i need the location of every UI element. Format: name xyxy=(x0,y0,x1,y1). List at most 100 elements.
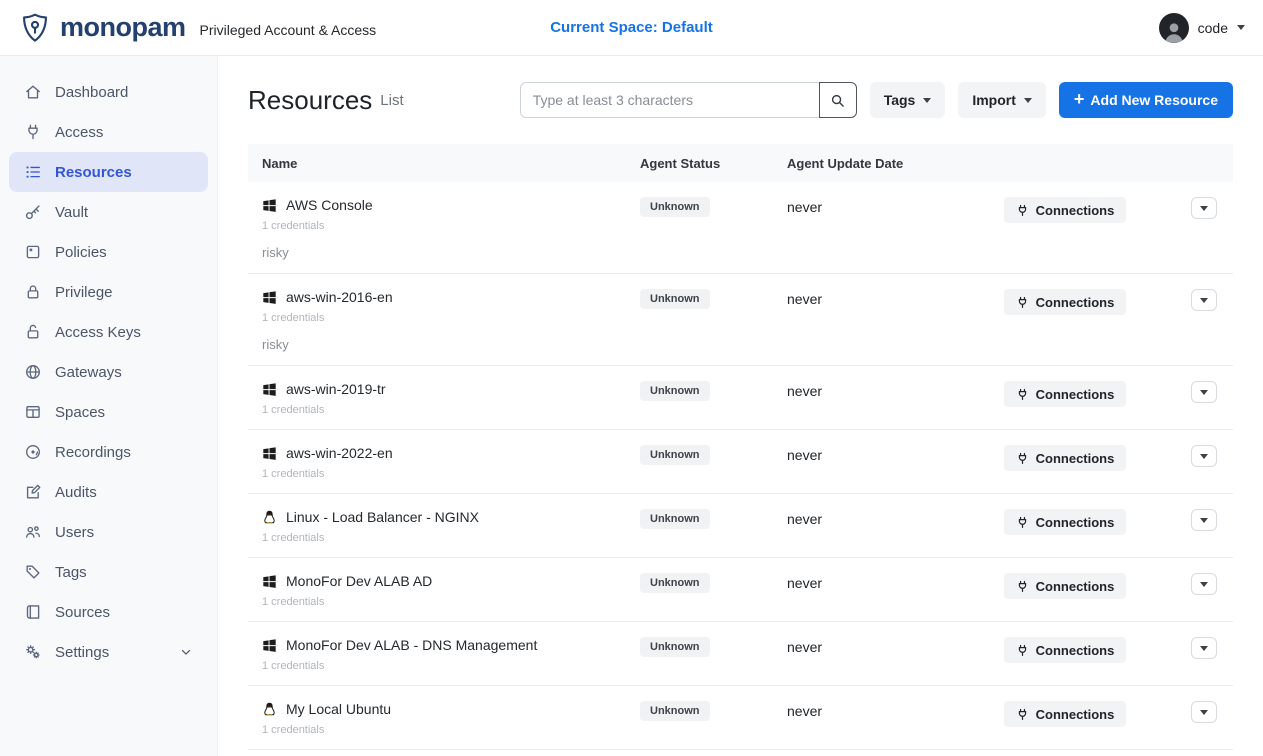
connections-button[interactable]: Connections xyxy=(1004,573,1127,599)
search-input[interactable] xyxy=(520,82,820,118)
resource-name-link[interactable]: MonoFor Dev ALAB - DNS Management xyxy=(286,637,537,653)
chevron-down-icon xyxy=(923,98,931,103)
key-icon xyxy=(24,203,42,221)
windows-icon xyxy=(262,638,277,653)
plug-icon xyxy=(1016,644,1029,657)
user-name: code xyxy=(1198,20,1228,36)
agent-status-badge: Unknown xyxy=(640,445,710,465)
sidebar-item-privilege[interactable]: Privilege xyxy=(9,272,208,312)
plug-icon xyxy=(1016,388,1029,401)
sidebar-item-policies[interactable]: Policies xyxy=(9,232,208,272)
table-header: Name Agent Status Agent Update Date xyxy=(248,144,1233,182)
credentials-count: 1 credentials xyxy=(262,312,640,324)
sidebar-item-dashboard[interactable]: Dashboard xyxy=(9,72,208,112)
agent-update-date: never xyxy=(787,381,985,416)
chevron-down-icon xyxy=(179,645,193,659)
row-actions-dropdown[interactable] xyxy=(1191,289,1217,311)
sidebar-item-tags[interactable]: Tags xyxy=(9,552,208,592)
linux-icon xyxy=(262,702,277,717)
connections-button[interactable]: Connections xyxy=(1004,197,1127,223)
plug-icon xyxy=(1016,516,1029,529)
tags-dropdown-button[interactable]: Tags xyxy=(870,82,946,118)
brand[interactable]: monopam Privileged Account & Access xyxy=(18,11,376,45)
resource-name-link[interactable]: AWS Console xyxy=(286,197,373,213)
home-icon xyxy=(24,83,42,101)
add-new-resource-button[interactable]: + Add New Resource xyxy=(1059,82,1233,118)
layout-icon xyxy=(24,403,42,421)
sidebar-item-users[interactable]: Users xyxy=(9,512,208,552)
agent-status-badge: Unknown xyxy=(640,509,710,529)
windows-icon xyxy=(262,198,277,213)
connections-button[interactable]: Connections xyxy=(1004,289,1127,315)
resource-name-link[interactable]: Linux - Load Balancer - NGINX xyxy=(286,509,479,525)
connections-button[interactable]: Connections xyxy=(1004,445,1127,471)
table-row: aws-win-2016-en 1 credentials risky Unkn… xyxy=(248,274,1233,366)
resource-name-link[interactable]: aws-win-2019-tr xyxy=(286,381,386,397)
row-actions-dropdown[interactable] xyxy=(1191,637,1217,659)
table-row: MonoFor Dev ALAB - DNS Management 1 cred… xyxy=(248,622,1233,686)
sidebar-item-spaces[interactable]: Spaces xyxy=(9,392,208,432)
plug-icon xyxy=(1016,204,1029,217)
table-row: aws-win-2022-en 1 credentials Unknown ne… xyxy=(248,430,1233,494)
plus-icon: + xyxy=(1074,90,1085,108)
agent-update-date: never xyxy=(787,509,985,544)
credentials-count: 1 credentials xyxy=(262,596,640,608)
connections-button[interactable]: Connections xyxy=(1004,381,1127,407)
column-header-agent-update-date: Agent Update Date xyxy=(787,156,985,171)
resource-name-link[interactable]: MonoFor Dev ALAB AD xyxy=(286,573,432,589)
book-icon xyxy=(24,603,42,621)
sidebar-item-access[interactable]: Access xyxy=(9,112,208,152)
plug-icon xyxy=(1016,708,1029,721)
user-menu[interactable]: code xyxy=(1159,13,1245,43)
row-actions-dropdown[interactable] xyxy=(1191,197,1217,219)
import-dropdown-button[interactable]: Import xyxy=(958,82,1046,118)
search-button[interactable] xyxy=(819,82,857,118)
brand-name: monopam xyxy=(60,12,186,43)
windows-icon xyxy=(262,574,277,589)
search-group xyxy=(520,82,857,118)
column-header-name: Name xyxy=(248,156,640,171)
sidebar-item-vault[interactable]: Vault xyxy=(9,192,208,232)
resource-name-link[interactable]: aws-win-2016-en xyxy=(286,289,393,305)
credentials-count: 1 credentials xyxy=(262,404,640,416)
sidebar-item-sources[interactable]: Sources xyxy=(9,592,208,632)
sidebar-item-settings[interactable]: Settings xyxy=(9,632,208,672)
sidebar-item-recordings[interactable]: Recordings xyxy=(9,432,208,472)
sidebar-item-resources[interactable]: Resources xyxy=(9,152,208,192)
current-space-link[interactable]: Current Space: Default xyxy=(550,19,713,36)
table-row: Linux - Load Balancer - NGINX 1 credenti… xyxy=(248,494,1233,558)
agent-update-date: never xyxy=(787,637,985,672)
users-icon xyxy=(24,523,42,541)
credentials-count: 1 credentials xyxy=(262,468,640,480)
row-actions-dropdown[interactable] xyxy=(1191,573,1217,595)
app-header: monopam Privileged Account & Access Curr… xyxy=(0,0,1263,56)
main-content: Resources List Tags xyxy=(218,56,1263,756)
agent-update-date: never xyxy=(787,289,985,352)
resources-table: Name Agent Status Agent Update Date xyxy=(248,144,1233,750)
agent-status-badge: Unknown xyxy=(640,197,710,217)
table-row: aws-win-2019-tr 1 credentials Unknown ne… xyxy=(248,366,1233,430)
credentials-count: 1 credentials xyxy=(262,724,640,736)
tag-icon xyxy=(24,563,42,581)
resource-name-link[interactable]: aws-win-2022-en xyxy=(286,445,393,461)
row-actions-dropdown[interactable] xyxy=(1191,701,1217,723)
table-row: My Local Ubuntu 1 credentials Unknown ne… xyxy=(248,686,1233,750)
agent-update-date: never xyxy=(787,197,985,260)
sidebar: Dashboard Access Resources Vault Policie… xyxy=(0,56,218,756)
sidebar-item-audits[interactable]: Audits xyxy=(9,472,208,512)
row-actions-dropdown[interactable] xyxy=(1191,509,1217,531)
agent-status-badge: Unknown xyxy=(640,637,710,657)
connections-button[interactable]: Connections xyxy=(1004,701,1127,727)
gears-icon xyxy=(24,643,42,661)
sidebar-item-gateways[interactable]: Gateways xyxy=(9,352,208,392)
row-actions-dropdown[interactable] xyxy=(1191,381,1217,403)
sidebar-item-access-keys[interactable]: Access Keys xyxy=(9,312,208,352)
row-actions-dropdown[interactable] xyxy=(1191,445,1217,467)
plug-icon xyxy=(1016,580,1029,593)
credentials-count: 1 credentials xyxy=(262,532,640,544)
connections-button[interactable]: Connections xyxy=(1004,509,1127,535)
list-icon xyxy=(24,163,42,181)
connections-button[interactable]: Connections xyxy=(1004,637,1127,663)
note-icon xyxy=(24,243,42,261)
resource-name-link[interactable]: My Local Ubuntu xyxy=(286,701,391,717)
